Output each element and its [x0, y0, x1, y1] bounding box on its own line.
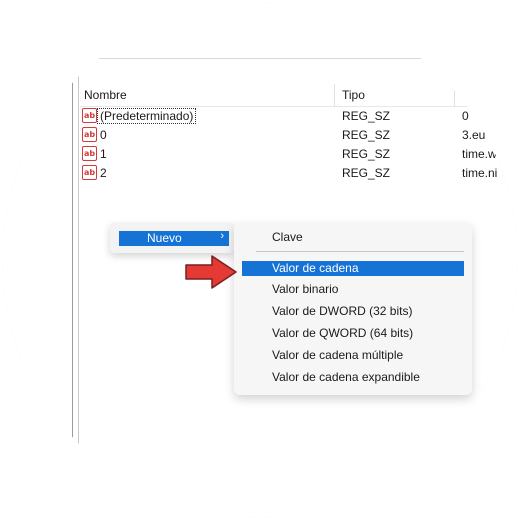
value-type: REG_SZ	[342, 128, 391, 142]
tree-pane-border	[72, 58, 73, 498]
value-name: 1	[100, 147, 107, 161]
value-name: (Predeterminado)	[96, 108, 197, 124]
string-value-icon: ab	[82, 146, 97, 161]
value-data: 3.eu	[462, 128, 486, 142]
value-type: REG_SZ	[342, 166, 391, 180]
value-data: time.w	[462, 147, 497, 161]
submenu-item-valor-qword[interactable]: Valor de QWORD (64 bits)	[242, 326, 464, 341]
column-header-type[interactable]: Tipo	[342, 88, 365, 102]
submenu-item-valor-cadena-multiple[interactable]: Valor de cadena múltiple	[242, 348, 464, 363]
list-row[interactable]: ab 1 REG_SZ time.w	[80, 145, 518, 164]
submenu-item-valor-cadena-expandible[interactable]: Valor de cadena expandible	[242, 370, 464, 385]
context-menu: Nuevo ›	[110, 223, 234, 253]
window-top-strip	[72, 58, 518, 81]
submenu-item-label: Valor de cadena múltiple	[272, 348, 404, 362]
value-data: 0	[462, 109, 469, 123]
submenu-item-clave[interactable]: Clave	[242, 230, 464, 245]
chevron-right-icon: ›	[220, 230, 224, 242]
submenu-item-label: Valor binario	[272, 282, 339, 296]
circular-frame: Nombre Tipo ab (Predeterminado) REG_SZ 0…	[2, 2, 518, 518]
column-separator[interactable]	[454, 84, 455, 106]
red-arrow-icon	[185, 255, 237, 289]
value-data: time.ni	[462, 166, 498, 180]
column-header-name[interactable]: Nombre	[84, 88, 127, 102]
new-submenu: Clave Valor de cadena Valor binario Valo…	[234, 223, 472, 395]
list-row[interactable]: ab 0 REG_SZ 3.eu	[80, 126, 518, 145]
value-name: 2	[100, 166, 107, 180]
value-name: 0	[100, 128, 107, 142]
submenu-item-label: Valor de DWORD (32 bits)	[272, 304, 413, 318]
submenu-item-label: Valor de cadena	[272, 261, 359, 275]
string-value-icon: ab	[82, 165, 97, 180]
value-type: REG_SZ	[342, 147, 391, 161]
menu-item-label: Nuevo	[147, 231, 182, 245]
value-type: REG_SZ	[342, 109, 391, 123]
list-pane-border	[78, 58, 79, 498]
submenu-item-label: Valor de cadena expandible	[272, 370, 420, 384]
list-header: Nombre Tipo	[80, 84, 518, 107]
submenu-item-valor-de-cadena[interactable]: Valor de cadena	[242, 261, 464, 276]
menu-divider	[256, 251, 464, 252]
screenshot-stage: Nombre Tipo ab (Predeterminado) REG_SZ 0…	[0, 0, 520, 520]
list-row[interactable]: ab 2 REG_SZ time.ni	[80, 164, 518, 183]
string-value-icon: ab	[82, 127, 97, 142]
string-value-icon: ab	[82, 108, 97, 123]
submenu-item-label: Valor de QWORD (64 bits)	[272, 326, 414, 340]
column-separator[interactable]	[334, 84, 335, 106]
submenu-item-valor-binario[interactable]: Valor binario	[242, 282, 464, 297]
submenu-item-valor-dword[interactable]: Valor de DWORD (32 bits)	[242, 304, 464, 319]
registry-editor-window: Nombre Tipo ab (Predeterminado) REG_SZ 0…	[2, 2, 518, 518]
list-row[interactable]: ab (Predeterminado) REG_SZ 0	[80, 107, 518, 126]
menu-item-nuevo[interactable]: Nuevo ›	[119, 230, 229, 246]
submenu-item-label: Clave	[272, 230, 303, 244]
